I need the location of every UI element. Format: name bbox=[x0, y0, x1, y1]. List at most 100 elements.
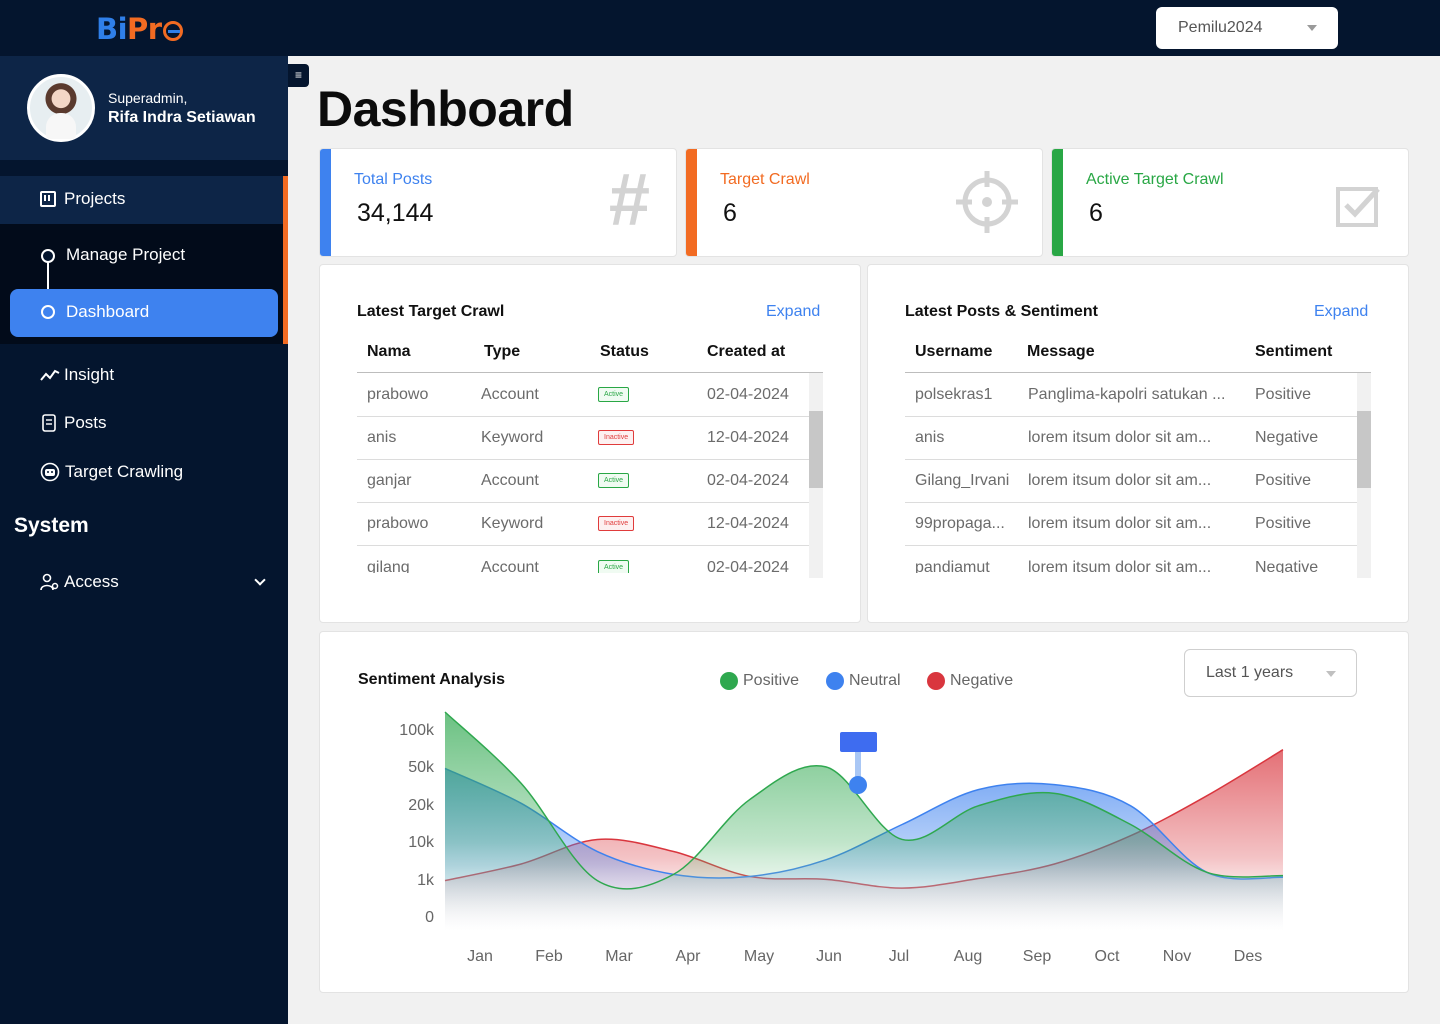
legend-label-negative[interactable]: Negative bbox=[950, 672, 1013, 690]
column-header[interactable]: Status bbox=[600, 343, 649, 361]
cell-type: Keyword bbox=[481, 429, 544, 446]
checkbox-icon bbox=[1336, 187, 1380, 227]
x-tick-label: May bbox=[743, 948, 775, 965]
x-tick-label: Jun bbox=[816, 948, 842, 965]
y-tick-label: 20k bbox=[408, 796, 434, 814]
status-badge: Inactive bbox=[598, 516, 635, 531]
project-select-value: Pemilu2024 bbox=[1178, 19, 1263, 36]
y-tick-label: 100k bbox=[399, 722, 434, 739]
column-header[interactable]: Sentiment bbox=[1255, 343, 1332, 361]
app-logo[interactable]: BiPr bbox=[96, 12, 183, 46]
scrollbar[interactable] bbox=[809, 373, 823, 578]
card-accent bbox=[1052, 149, 1063, 256]
legend-swatch-positive bbox=[720, 672, 738, 690]
user-name: Rifa Indra Setiawan bbox=[108, 109, 256, 126]
avatar[interactable] bbox=[27, 74, 95, 142]
cell-sentiment: Positive bbox=[1255, 472, 1312, 489]
stat-card-total-posts: Total Posts 34,144 # bbox=[319, 148, 677, 257]
collapse-sidebar-icon[interactable]: ≡ bbox=[288, 64, 309, 87]
project-select[interactable]: Pemilu2024 bbox=[1156, 7, 1338, 49]
cell-date: 02-04-2024 bbox=[707, 386, 789, 403]
cell-username: 99propaga... bbox=[915, 515, 1005, 532]
x-tick-label: Sep bbox=[1022, 948, 1052, 965]
cell-name: anis bbox=[367, 429, 397, 446]
cell-name: prabowo bbox=[367, 515, 429, 532]
column-header[interactable]: Nama bbox=[367, 343, 411, 361]
x-tick-label: Mar bbox=[605, 948, 633, 965]
status-badge: Active bbox=[598, 473, 630, 488]
card-accent bbox=[686, 149, 697, 256]
hash-icon: # bbox=[608, 158, 650, 241]
sidebar-item-projects-label[interactable]: Projects bbox=[40, 189, 125, 209]
card-title: Latest Posts & Sentiment bbox=[905, 303, 1098, 320]
y-tick-label: 10k bbox=[408, 834, 434, 852]
user-settings-icon bbox=[40, 573, 59, 591]
x-tick-label: Oct bbox=[1094, 948, 1120, 965]
x-tick-label: Apr bbox=[675, 948, 701, 965]
sidebar-section-title: System bbox=[14, 514, 89, 537]
kanban-icon bbox=[40, 191, 56, 207]
cell-name: ganjar bbox=[367, 472, 412, 489]
scrollbar[interactable] bbox=[1357, 373, 1371, 578]
range-select[interactable]: Last 1 years bbox=[1184, 649, 1357, 697]
caret-down-icon bbox=[1326, 671, 1336, 677]
sidebar-item-insight[interactable]: Insight bbox=[40, 365, 114, 385]
sidebar-item-target-crawling[interactable]: Target Crawling bbox=[40, 462, 183, 482]
table-body: prabowo Account Active 02-04-2024 anis K… bbox=[357, 373, 809, 573]
legend-swatch-negative bbox=[927, 672, 945, 690]
cell-date: 02-04-2024 bbox=[707, 472, 789, 489]
stat-label: Active Target Crawl bbox=[1086, 171, 1224, 188]
chevron-down-icon[interactable] bbox=[254, 574, 266, 586]
caret-down-icon bbox=[1307, 25, 1317, 31]
top-bar: BiPr Pemilu2024 bbox=[0, 0, 1440, 56]
cell-sentiment: Negative bbox=[1255, 559, 1319, 573]
column-header[interactable]: Username bbox=[915, 343, 992, 361]
cell-type: Account bbox=[481, 559, 539, 573]
cell-date: 12-04-2024 bbox=[707, 429, 789, 446]
column-header[interactable]: Created at bbox=[707, 343, 785, 361]
logo-o-icon bbox=[162, 21, 183, 41]
status-badge: Active bbox=[598, 560, 630, 573]
column-header[interactable]: Type bbox=[484, 343, 520, 361]
legend-swatch-neutral bbox=[826, 672, 844, 690]
expand-link[interactable]: Expand bbox=[766, 303, 820, 321]
robot-icon bbox=[40, 462, 60, 482]
x-tick-label: Jan bbox=[467, 948, 493, 965]
sidebar-item-manage-project[interactable]: Manage Project bbox=[66, 245, 185, 265]
document-icon bbox=[42, 414, 56, 432]
crosshair-icon bbox=[956, 171, 1018, 233]
profile-block: Superadmin, Rifa Indra Setiawan bbox=[0, 56, 288, 160]
active-group-indicator bbox=[283, 176, 288, 344]
legend-label-positive[interactable]: Positive bbox=[743, 672, 799, 690]
cell-name: gilang bbox=[367, 559, 410, 573]
x-tick-label: Nov bbox=[1162, 948, 1192, 965]
cell-type: Account bbox=[481, 472, 539, 489]
expand-link[interactable]: Expand bbox=[1314, 303, 1368, 321]
tree-node-icon bbox=[41, 249, 55, 263]
cell-message: Panglima-kapolri satukan ... bbox=[1028, 386, 1226, 403]
cell-username: pandiamut bbox=[915, 559, 990, 573]
sidebar-item-access[interactable]: Access bbox=[40, 572, 119, 592]
range-select-value: Last 1 years bbox=[1206, 664, 1294, 681]
latest-target-crawl-card: Latest Target Crawl Expand Nama Type Sta… bbox=[319, 264, 861, 623]
column-header[interactable]: Message bbox=[1027, 343, 1095, 361]
cell-message: lorem itsum dolor sit am... bbox=[1028, 472, 1212, 489]
sidebar-item-dashboard-label[interactable]: Dashboard bbox=[66, 302, 149, 322]
user-role: Superadmin, bbox=[108, 90, 188, 106]
table-body: polsekras1 Panglima-kapolri satukan ... … bbox=[905, 373, 1357, 573]
stat-value: 6 bbox=[1089, 199, 1103, 227]
scrollbar-thumb[interactable] bbox=[809, 411, 823, 488]
stat-value: 6 bbox=[723, 199, 737, 227]
x-tick-label: Jul bbox=[888, 948, 910, 965]
status-badge: Active bbox=[598, 387, 630, 402]
cell-username: polsekras1 bbox=[915, 386, 993, 403]
legend-label-neutral[interactable]: Neutral bbox=[849, 672, 901, 690]
scrollbar-thumb[interactable] bbox=[1357, 411, 1371, 488]
cell-message: lorem itsum dolor sit am... bbox=[1028, 429, 1212, 446]
cell-sentiment: Negative bbox=[1255, 429, 1319, 446]
cell-type: Account bbox=[481, 386, 539, 403]
card-accent bbox=[320, 149, 331, 256]
sidebar-item-posts[interactable]: Posts bbox=[40, 413, 107, 433]
stat-label: Target Crawl bbox=[720, 171, 810, 188]
x-tick-label: Aug bbox=[953, 948, 983, 965]
